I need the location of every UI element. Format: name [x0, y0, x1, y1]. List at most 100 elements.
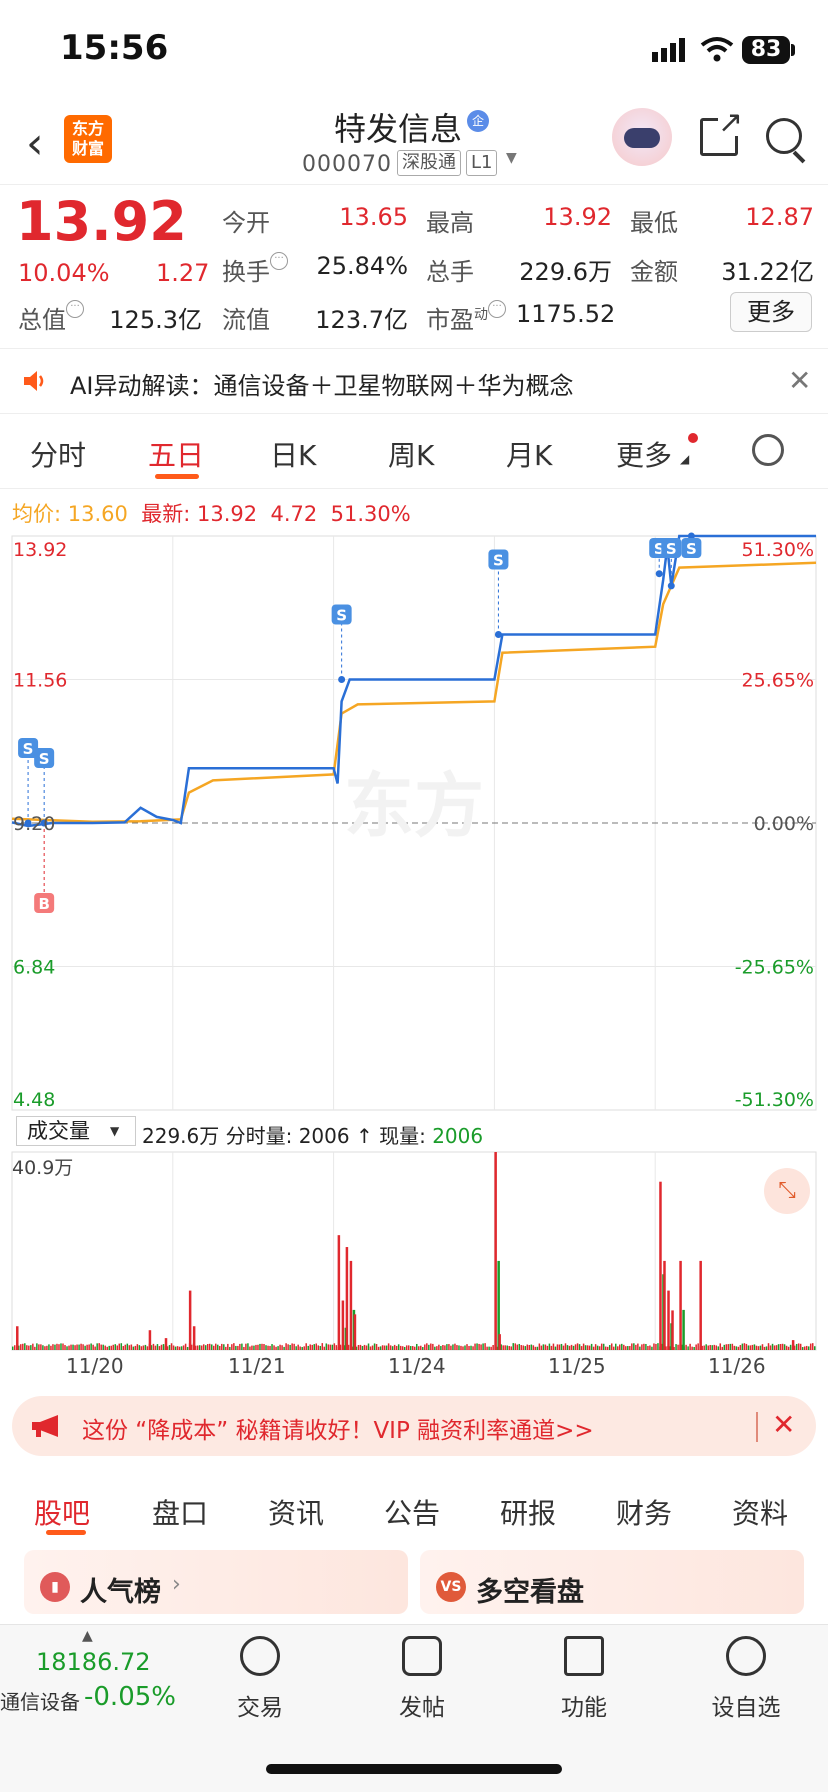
- back-icon[interactable]: ‹: [26, 118, 44, 169]
- volume-bar: [543, 1344, 545, 1350]
- volume-bar: [98, 1343, 100, 1350]
- nav-post[interactable]: 发帖: [372, 1636, 472, 1722]
- volume-bar: [80, 1344, 82, 1350]
- volume-bar: [177, 1346, 179, 1350]
- nav-add-watchlist-label: 设自选: [696, 1688, 796, 1722]
- volume-bar: [219, 1346, 221, 1350]
- volume-bar: [420, 1346, 422, 1350]
- volume-bar: [707, 1345, 709, 1350]
- close-icon[interactable]: ✕: [772, 1408, 795, 1441]
- float-cap-value: 123.7亿: [306, 300, 408, 335]
- volume-bar: [760, 1346, 762, 1350]
- volume-bar: [113, 1345, 115, 1350]
- volume-bar: [685, 1345, 687, 1350]
- expand-icon[interactable]: ⤡: [764, 1168, 810, 1214]
- volume-bar: [227, 1344, 229, 1350]
- volume-bar: [462, 1346, 464, 1350]
- tab-weekly-k[interactable]: 周K: [388, 434, 434, 474]
- volume-bar: [82, 1344, 84, 1350]
- volume-bar: [605, 1347, 607, 1350]
- volume-bar: [380, 1346, 382, 1350]
- avg-label: 均价:: [12, 502, 61, 526]
- nav-trade[interactable]: 交易: [210, 1636, 310, 1722]
- volume-bar: [289, 1345, 291, 1350]
- volume-bar: [498, 1334, 501, 1350]
- tab-guba[interactable]: 股吧: [34, 1492, 90, 1532]
- info-icon[interactable]: ···: [488, 300, 506, 318]
- tab-five-day[interactable]: 五日: [148, 434, 204, 474]
- volume-bar: [364, 1345, 366, 1350]
- volume-bar: [307, 1346, 309, 1350]
- tab-financials[interactable]: 财务: [616, 1492, 672, 1532]
- tab-more[interactable]: 更多: [616, 434, 672, 474]
- volume-bar: [517, 1345, 519, 1350]
- volume-bar: [655, 1344, 657, 1350]
- price-chart[interactable]: 东方 SSBSSS S S 13.92 51.30%11.56 25.65%9.20 0.…: [0, 530, 828, 1115]
- tab-profile[interactable]: 资料: [732, 1492, 788, 1532]
- index-name[interactable]: 通信设备: [0, 1686, 80, 1715]
- info-icon[interactable]: ···: [270, 252, 288, 270]
- volume-bar: [223, 1344, 225, 1350]
- index-value[interactable]: 18186.72: [36, 1648, 151, 1676]
- grid-icon: [564, 1636, 604, 1676]
- volume-bar: [814, 1346, 816, 1350]
- volume-bar: [488, 1347, 490, 1350]
- total-cap-value: 125.3亿: [98, 300, 202, 335]
- volume-bar: [400, 1346, 402, 1350]
- tab-daily-k[interactable]: 日K: [270, 434, 316, 474]
- volume-bar: [28, 1346, 30, 1350]
- volume-bar: [567, 1345, 569, 1350]
- volume-bar: [275, 1347, 277, 1350]
- volume-bar: [165, 1338, 168, 1350]
- close-icon[interactable]: ✕: [788, 364, 811, 397]
- volume-bar: [402, 1346, 404, 1350]
- volume-bar: [645, 1344, 647, 1350]
- volume-bar: [147, 1346, 149, 1350]
- volume-bar: [802, 1347, 804, 1350]
- volume-bar: [22, 1344, 24, 1350]
- tab-intraday[interactable]: 分时: [30, 434, 86, 474]
- volume-bar: [314, 1344, 316, 1350]
- tab-news[interactable]: 资讯: [268, 1492, 324, 1532]
- search-icon[interactable]: [766, 118, 802, 154]
- y-tick-right: 25.65%: [742, 670, 814, 692]
- volume-bar: [808, 1346, 810, 1350]
- chevron-up-icon[interactable]: ▲: [82, 1628, 93, 1644]
- volume-bar: [336, 1345, 338, 1350]
- volume-label: 总手: [426, 252, 474, 287]
- volume-bar: [205, 1345, 207, 1350]
- volume-stats: 229.6万 分时量: 2006 ↑ 现量: 2006: [142, 1120, 483, 1149]
- more-button[interactable]: 更多: [730, 292, 812, 332]
- volume-bar: [94, 1347, 96, 1350]
- volume-bar: [121, 1343, 123, 1350]
- volume-bar: [185, 1344, 187, 1350]
- volume-chart[interactable]: 40.9万: [0, 1150, 828, 1355]
- nav-functions[interactable]: 功能: [534, 1636, 634, 1722]
- eastmoney-logo: 东方 财富: [64, 115, 112, 163]
- volume-bar: [179, 1347, 181, 1350]
- gear-icon[interactable]: [752, 434, 784, 466]
- tab-research[interactable]: 研报: [500, 1492, 556, 1532]
- tab-pankou[interactable]: 盘口: [152, 1492, 208, 1532]
- tab-monthly-k[interactable]: 月K: [506, 434, 552, 474]
- bull-bear-card-title: 多空看盘: [476, 1570, 584, 1609]
- volume-bar: [609, 1345, 611, 1350]
- nav-add-watchlist[interactable]: 设自选: [696, 1636, 796, 1722]
- volume-bar: [161, 1345, 163, 1350]
- volume-bar: [221, 1344, 223, 1350]
- x-date-1121: 11/21: [228, 1354, 286, 1378]
- volume-bar: [440, 1346, 442, 1350]
- volume-bar: [607, 1347, 609, 1350]
- volume-bar: [342, 1301, 345, 1351]
- megaphone-icon: [30, 1414, 62, 1438]
- volume-bar: [303, 1346, 305, 1350]
- index-percent[interactable]: -0.05%: [84, 1682, 176, 1712]
- volume-bar: [171, 1343, 173, 1350]
- volume-bar: [730, 1344, 732, 1350]
- tab-announcements[interactable]: 公告: [384, 1492, 440, 1532]
- volume-bar: [764, 1347, 766, 1350]
- y-tick-right: 51.30%: [742, 539, 814, 561]
- info-icon[interactable]: ···: [66, 300, 84, 318]
- chevron-down-icon[interactable]: ▼: [506, 150, 517, 166]
- volume-bar: [557, 1344, 559, 1350]
